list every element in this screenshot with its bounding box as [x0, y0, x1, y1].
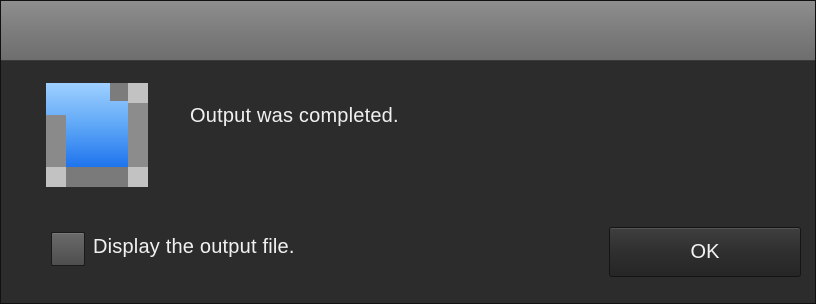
completion-message: Output was completed. — [190, 105, 399, 127]
output-complete-icon — [46, 83, 148, 187]
ok-button[interactable]: OK — [609, 227, 801, 277]
display-output-label[interactable]: Display the output file. — [93, 236, 295, 259]
display-output-checkbox[interactable] — [51, 232, 85, 266]
output-dialog: Output was completed. Display the output… — [0, 0, 816, 304]
dialog-titlebar[interactable] — [1, 1, 815, 61]
